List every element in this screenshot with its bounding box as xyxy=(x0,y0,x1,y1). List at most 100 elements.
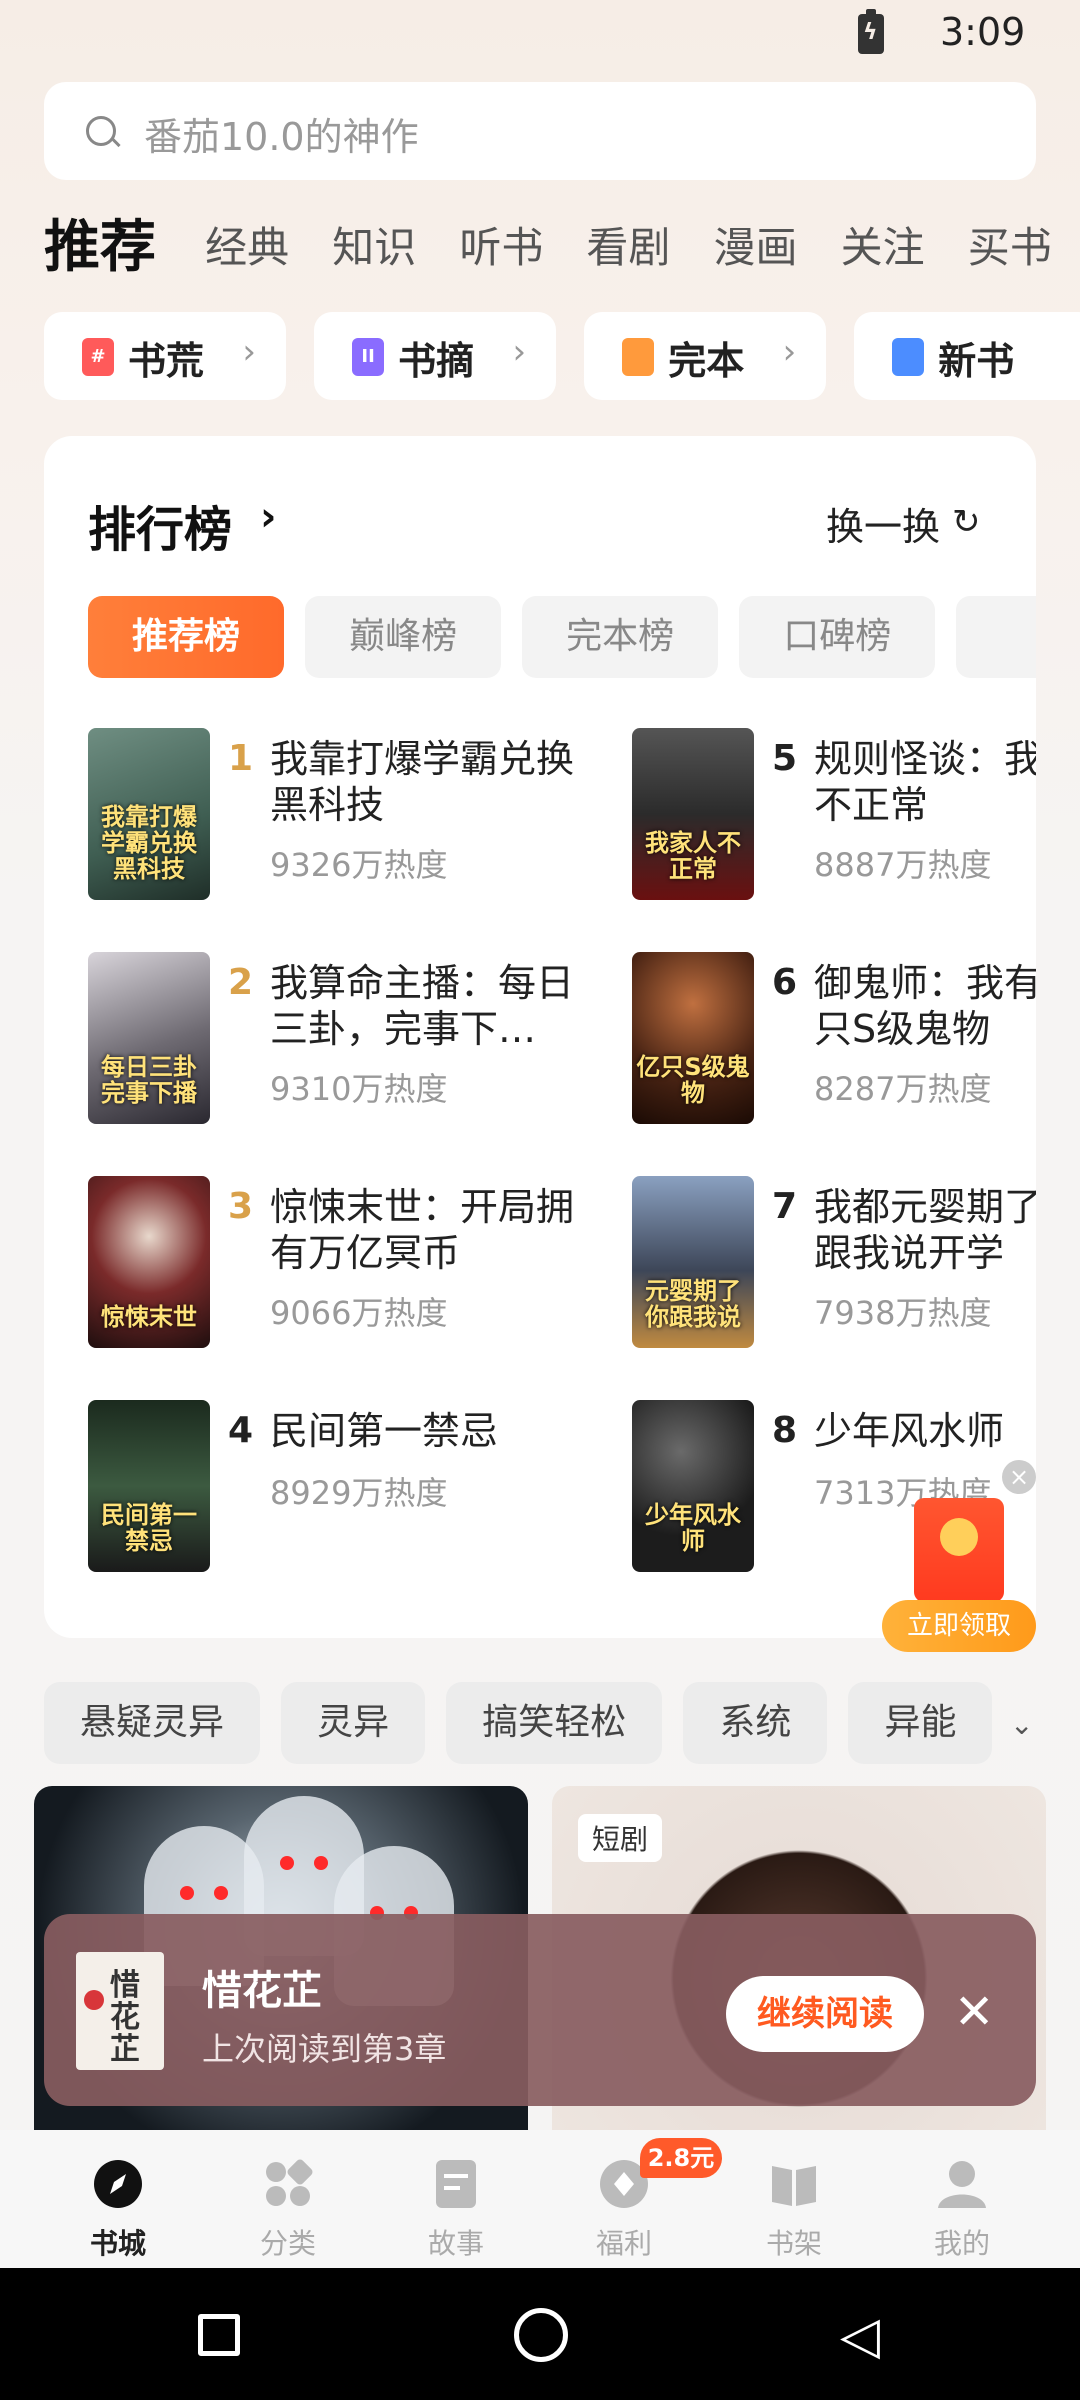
nav-label: 故事 xyxy=(427,2227,484,2260)
continue-reading-bar[interactable]: 惜花芷 惜花芷 上次阅读到第3章 继续阅读 ✕ xyxy=(44,1914,1036,2106)
search-placeholder: 番茄10.0的神作 xyxy=(144,115,419,159)
ranking-book-2[interactable]: 每日三卦完事下播 2 我算命主播：每日三卦，完事下… 9310万热度 xyxy=(88,952,628,1132)
rank-number: 7 xyxy=(772,1186,798,1227)
ranking-tab-recommended[interactable]: 推荐榜 xyxy=(88,596,284,678)
continue-book-title: 惜花芷 xyxy=(202,1968,322,2014)
nav-categories[interactable]: 分类 xyxy=(228,2150,348,2260)
tab-knowledge[interactable]: 知识 xyxy=(332,208,416,288)
ranking-book-6[interactable]: 亿只S级鬼物 6 御鬼师：我有了亿只S级鬼物 8287万热度 xyxy=(632,952,1036,1132)
continue-reading-button[interactable]: 继续阅读 xyxy=(726,1976,924,2052)
new-flag-icon xyxy=(892,338,925,376)
refresh-button[interactable]: 换一换 xyxy=(826,496,940,551)
ranking-book-7[interactable]: 元婴期了你跟我说 7 我都元婴期了，你跟我说开学 7938万热度 xyxy=(632,1176,1036,1356)
system-nav-bar: ◁ xyxy=(0,2268,1080,2400)
tab-buy-books[interactable]: 买书 xyxy=(968,208,1052,288)
chevron-right-icon: › xyxy=(512,332,527,372)
short-drama-badge: 短剧 xyxy=(578,1814,663,1862)
chip-new-books[interactable]: 新书 xyxy=(854,312,1080,400)
tab-comics[interactable]: 漫画 xyxy=(714,208,798,288)
ranking-title[interactable]: 排行榜 xyxy=(88,490,232,560)
rank-number: 8 xyxy=(772,1410,798,1451)
chevron-down-icon[interactable]: ⌄ xyxy=(1010,1708,1033,1741)
genre-system[interactable]: 系统 xyxy=(683,1682,828,1764)
rank-number: 3 xyxy=(228,1186,254,1227)
book-title: 少年风水师 xyxy=(814,1409,1005,1453)
close-icon[interactable]: ✕ xyxy=(954,1982,994,2042)
ranking-tabs: 推荐榜 巅峰榜 完本榜 口碑榜 高 xyxy=(88,596,1036,678)
nav-profile[interactable]: 我的 xyxy=(902,2150,1022,2260)
cover-title: 每日三卦完事下播 xyxy=(101,1053,197,1107)
book-title: 御鬼师：我有了亿只S级鬼物 xyxy=(814,961,1036,1051)
chip-label: 完本 xyxy=(668,339,745,383)
grid-icon xyxy=(266,2159,313,2206)
nav-stories[interactable]: 故事 xyxy=(396,2150,516,2260)
status-time: 3:09 xyxy=(940,10,1026,54)
cover-title: 亿只S级鬼物 xyxy=(636,1053,750,1107)
book-heat: 9326万热度 xyxy=(270,846,448,884)
ranking-book-1[interactable]: 我靠打爆学霸兑换黑科技 1 我靠打爆学霸兑换黑科技 9326万热度 xyxy=(88,728,628,908)
top-tabs: 推荐 经典 知识 听书 看剧 漫画 关注 买书 xyxy=(44,208,1080,288)
genre-superpower[interactable]: 异能 xyxy=(848,1682,993,1764)
red-packet-icon[interactable] xyxy=(914,1498,1004,1602)
genre-suspense[interactable]: 悬疑灵异 xyxy=(44,1682,261,1764)
ranking-tab-peak[interactable]: 巅峰榜 xyxy=(305,596,502,678)
nav-label: 书城 xyxy=(89,2227,146,2260)
nav-bookstore[interactable]: 书城 xyxy=(58,2150,178,2260)
tab-following[interactable]: 关注 xyxy=(841,208,925,288)
bottom-nav: 书城 分类 故事 福利 书架 我的 xyxy=(0,2130,1080,2268)
genre-chips: 悬疑灵异 灵异 搞笑轻松 系统 异能 xyxy=(44,1682,1024,1764)
story-icon xyxy=(436,2160,476,2208)
book-heat: 8887万热度 xyxy=(814,846,992,884)
cover-title: 少年风水师 xyxy=(645,1501,741,1555)
ranking-tab-reputation[interactable]: 口碑榜 xyxy=(739,596,936,678)
tab-classic[interactable]: 经典 xyxy=(205,208,289,288)
book-cover: 元婴期了你跟我说 xyxy=(632,1176,754,1348)
quick-chips: # 书荒 › II 书摘 › 完本 › 新书 xyxy=(44,312,1080,402)
nav-bookshelf[interactable]: 书架 xyxy=(734,2150,854,2260)
book-cover: 我靠打爆学霸兑换黑科技 xyxy=(88,728,210,900)
close-icon[interactable]: × xyxy=(1002,1460,1036,1494)
ranking-tab-completed[interactable]: 完本榜 xyxy=(522,596,719,678)
cover-title: 民间第一禁忌 xyxy=(101,1501,197,1555)
rank-number: 1 xyxy=(228,738,254,779)
chevron-right-icon[interactable]: › xyxy=(260,494,276,540)
nav-label: 分类 xyxy=(259,2227,316,2260)
ranking-tab-high[interactable]: 高 xyxy=(956,596,1036,678)
book-cover: 惜花芷 xyxy=(76,1952,164,2070)
welfare-badge: 2.8元 xyxy=(640,2138,722,2178)
search-input[interactable]: 番茄10.0的神作 xyxy=(44,82,1036,180)
coin-icon xyxy=(940,1518,978,1556)
tag-icon: # xyxy=(82,338,114,376)
book-title: 规则怪谈：我家人不正常 xyxy=(814,737,1036,827)
battery-charging-icon: ϟ xyxy=(858,9,884,54)
claim-now-button[interactable]: 立即领取 xyxy=(882,1600,1036,1652)
tab-recommend[interactable]: 推荐 xyxy=(44,208,156,288)
status-bar: ϟ 3:09 xyxy=(0,0,1080,70)
flower-decoration xyxy=(84,1990,104,2010)
book-title: 我算命主播：每日三卦，完事下… xyxy=(270,961,575,1051)
home-icon[interactable] xyxy=(514,2308,568,2362)
cover-title: 元婴期了你跟我说 xyxy=(645,1277,741,1331)
genre-comedy[interactable]: 搞笑轻松 xyxy=(446,1682,663,1764)
back-icon[interactable]: ◁ xyxy=(840,2308,880,2364)
chevron-right-icon: › xyxy=(242,332,256,372)
ranking-book-5[interactable]: 我家人不正常 5 规则怪谈：我家人不正常 8887万热度 xyxy=(632,728,1036,908)
nav-label: 我的 xyxy=(933,2227,990,2260)
cover-title: 我家人不正常 xyxy=(645,829,741,883)
refresh-icon[interactable]: ↻ xyxy=(952,502,981,542)
chip-excerpts[interactable]: II 书摘 › xyxy=(314,312,557,400)
cover-title: 惊悚末世 xyxy=(101,1303,197,1331)
chip-book-shortage[interactable]: # 书荒 › xyxy=(44,312,286,400)
book-heat: 9066万热度 xyxy=(270,1294,448,1332)
chip-completed[interactable]: 完本 › xyxy=(584,312,827,400)
ranking-book-3[interactable]: 惊悚末世 3 惊悚末世：开局拥有万亿冥币 9066万热度 xyxy=(88,1176,628,1356)
rank-number: 2 xyxy=(228,962,254,1003)
ranking-book-4[interactable]: 民间第一禁忌 4 民间第一禁忌 8929万热度 xyxy=(88,1400,628,1580)
tab-audiobook[interactable]: 听书 xyxy=(459,208,543,288)
recents-icon[interactable] xyxy=(198,2314,240,2356)
tab-drama[interactable]: 看剧 xyxy=(586,208,670,288)
book-title: 民间第一禁忌 xyxy=(270,1409,499,1453)
ranking-card: 排行榜 › 换一换 ↻ 推荐榜 巅峰榜 完本榜 口碑榜 高 我靠打爆学霸兑换黑科… xyxy=(44,436,1036,1638)
book-cover: 我家人不正常 xyxy=(632,728,754,900)
genre-supernatural[interactable]: 灵异 xyxy=(281,1682,426,1764)
